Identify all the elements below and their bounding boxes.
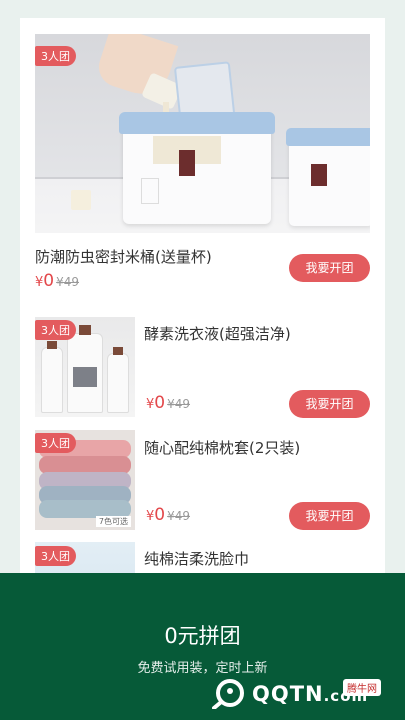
bin-label [179, 150, 195, 176]
price: ¥0 ¥49 [35, 271, 79, 291]
rice-bin-image[interactable]: 3人团 [35, 34, 370, 233]
start-group-button[interactable]: 我要开团 [289, 254, 370, 282]
original-price: ¥49 [56, 275, 80, 289]
current-price: 0 [154, 505, 166, 525]
group-badge: 3人团 [35, 546, 76, 566]
watermark-logo-icon [212, 679, 244, 709]
bin-lid [119, 112, 275, 134]
rice-bin-small [286, 128, 370, 226]
color-options-caption: 7色可选 [95, 516, 131, 527]
banner-title: 0元拼团 [164, 624, 241, 648]
bottle-label [73, 367, 97, 387]
detergent-image[interactable]: 3人团 [35, 317, 135, 417]
product-title[interactable]: 防潮防虫密封米桶(送量杯) [35, 246, 212, 267]
watermark-tag: 腾牛网 [343, 679, 381, 696]
bottle-cap [47, 341, 57, 349]
bin-door [141, 178, 159, 204]
watermark-brand: QQTN [252, 682, 324, 706]
group-badge: 3人团 [35, 46, 76, 66]
rice-bin-large [119, 112, 275, 224]
product-title[interactable]: 随心配纯棉枕套(2只装) [144, 437, 300, 458]
start-group-button[interactable]: 我要开团 [289, 502, 370, 530]
group-badge: 3人团 [35, 433, 76, 453]
original-price: ¥49 [167, 509, 191, 523]
current-price: 0 [43, 271, 55, 291]
detergent-bottle [107, 353, 129, 413]
price: ¥0 ¥49 [146, 393, 190, 413]
product-title[interactable]: 纯棉洁柔洗脸巾 [144, 548, 249, 569]
product-list-card: 3人团 防潮防虫密封米桶(送量杯) ¥0 ¥49 我要开团 3人团 酵素洗衣液(超… [20, 18, 385, 642]
banner-subtitle: 免费试用装，定时上新 [137, 661, 268, 676]
pillowcase-image[interactable]: 7色可选 3人团 [35, 430, 135, 530]
measuring-cup [71, 190, 91, 210]
bottle-cap [79, 325, 91, 335]
start-group-button[interactable]: 我要开团 [289, 390, 370, 418]
current-price: 0 [154, 393, 166, 413]
detergent-bottle [41, 347, 63, 413]
bin-label [311, 164, 327, 186]
price: ¥0 ¥49 [146, 505, 190, 525]
product-title[interactable]: 酵素洗衣液(超强洁净) [144, 323, 291, 344]
original-price: ¥49 [167, 397, 191, 411]
group-badge: 3人团 [35, 320, 76, 340]
bottle-cap [113, 347, 123, 355]
bin-lid [286, 128, 370, 146]
